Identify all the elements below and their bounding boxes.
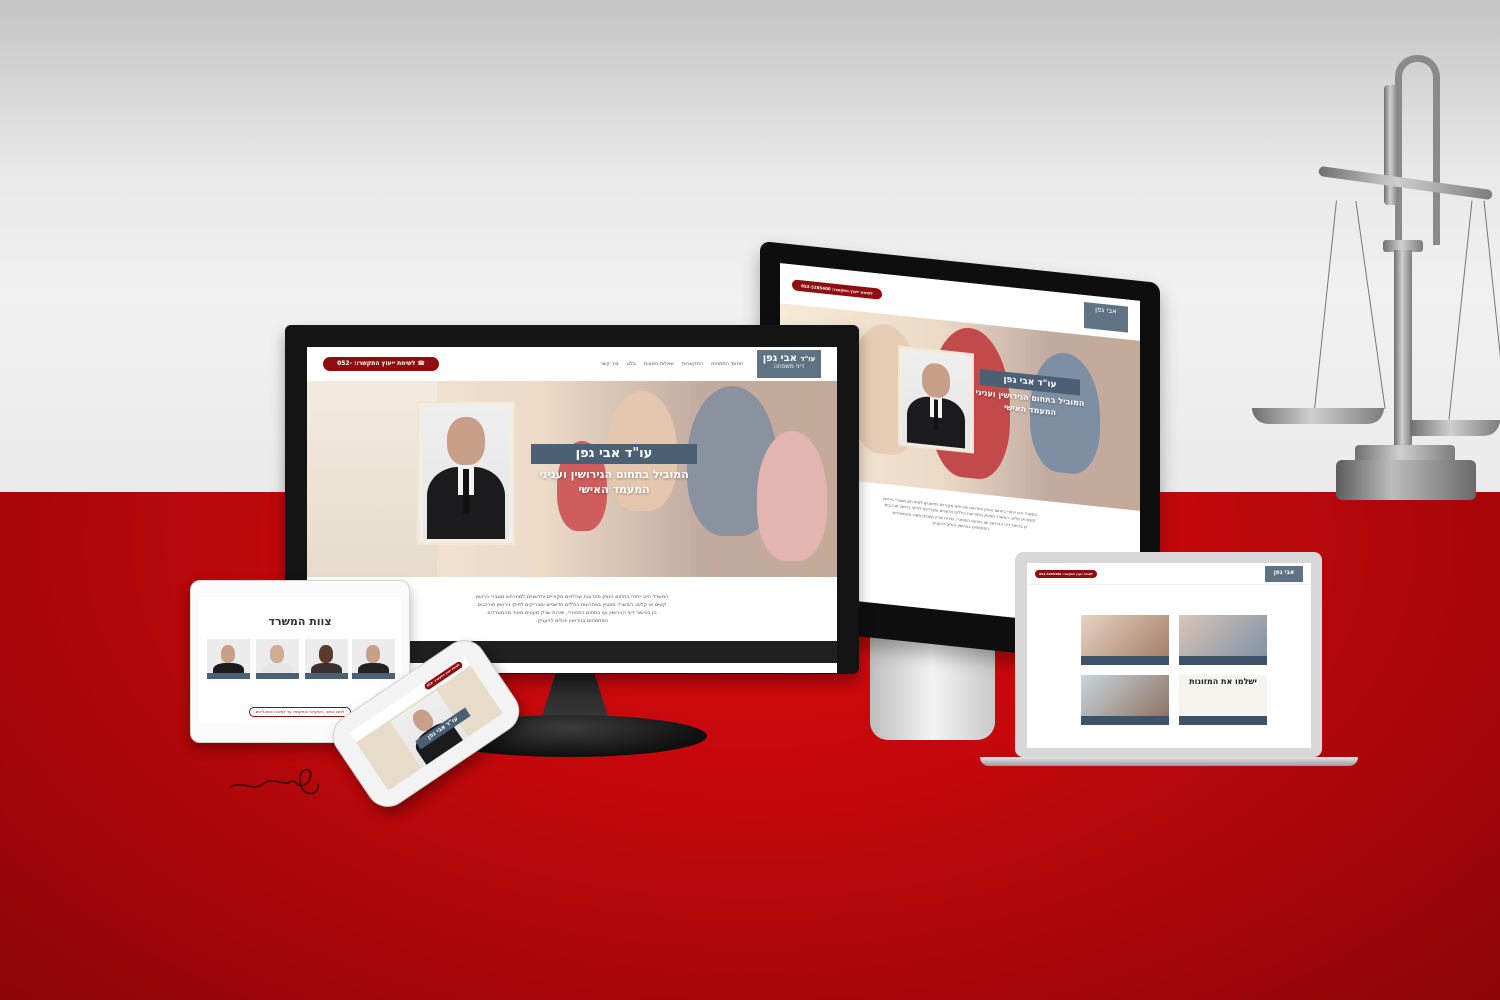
site-header: עו"ד אבי גפן דיני משפחה תחומי התמחות התק… [307, 347, 837, 381]
laptop-logo-name: אבי גפן [1273, 568, 1295, 576]
blog-card-caption [1081, 656, 1169, 665]
laptop-phone-button[interactable]: לשיחת ייעוץ התקשרו: 052-5285400 [1035, 569, 1097, 578]
blog-card-caption [1179, 716, 1267, 725]
intro-line: הן בכישור דיני הגירושין ועו בתחום הפסחרי… [487, 610, 657, 616]
team-cta-button[interactable]: לחצו אחש , דסקרטי והתקשרו עד לסיום ההתהל… [249, 707, 351, 717]
intro-line: קשים או קלים. המשרד מצטיין בפתרונות כולל… [477, 602, 667, 608]
site-logo[interactable]: עו"ד אבי גפן דיני משפחה [757, 350, 821, 378]
blog-card-caption [1179, 656, 1267, 665]
team-title: צוות המשרד [268, 615, 332, 628]
team-member-card[interactable] [352, 639, 395, 679]
laptop-screen: אבי גפן לשיחת ייעוץ התקשרו: 052-5285400 … [1027, 563, 1311, 748]
team-member-card[interactable] [256, 639, 299, 679]
imac-logo[interactable]: אבי גפן [1084, 302, 1128, 333]
team-member-label [207, 673, 250, 679]
phone-cta-label: לשיחת ייעוץ התקשרו: 052-5285400 [337, 360, 416, 381]
laptop-logo[interactable]: אבי גפן [1265, 565, 1303, 582]
main-nav: תחומי התמחות התקשרות שאלות נפוצות בלוג צ… [600, 361, 743, 367]
nav-item-blog[interactable]: בלוג [627, 361, 636, 367]
imac-logo-name: אבי גפן [1095, 305, 1117, 316]
intro-line: המשרד הינו ייחודי בתחום הנותן פתרונות יצ… [475, 594, 669, 600]
nav-item-practice[interactable]: תחומי התמחות [711, 361, 743, 367]
hero-line1: המוביל בתחום הגירושין ועניני [539, 468, 689, 481]
designer-signature [229, 768, 319, 795]
blog-card[interactable] [1081, 615, 1169, 665]
logo-prefix: עו"ד [800, 355, 816, 363]
team-member-label [256, 673, 299, 679]
laptop-base [980, 757, 1358, 766]
laptop-site-header: אבי גפן לשיחת ייעוץ התקשרו: 052-5285400 [1027, 563, 1311, 585]
nav-item-faq[interactable]: שאלות נפוצות [644, 361, 674, 367]
team-member-label [305, 673, 348, 679]
team-member-card[interactable] [207, 639, 250, 679]
family-photo-figure [757, 431, 827, 561]
hero-line2: המעמד האישי [578, 483, 650, 496]
imac-lawyer-photo [902, 349, 970, 450]
blog-card[interactable] [1179, 615, 1267, 665]
nav-item-engagement[interactable]: התקשרות [682, 361, 703, 367]
blog-card-feature[interactable]: ישלמו את המזונות [1179, 675, 1267, 725]
phone-icon: ☎ [415, 360, 425, 367]
hero-name-banner: עו"ד אבי גפן [531, 444, 697, 464]
intro-line: המתמחים בגירושין יכולים להעניק. [536, 618, 608, 624]
hero-section: עו"ד אבי גפן המוביל בתחום הגירושין וענינ… [307, 381, 837, 577]
hero-tagline: המוביל בתחום הגירושין ועניני המעמד האישי [521, 467, 707, 497]
phone-cta-button[interactable]: ☎ לשיחת ייעוץ התקשרו: 052-5285400 [323, 357, 439, 381]
feature-heading: ישלמו את המזונות [1189, 677, 1257, 686]
team-member-card[interactable] [305, 639, 348, 679]
lawyer-photo [423, 407, 509, 539]
imac-phone-button[interactable]: לשיחת ייעוץ התקשרו: 052-5285400 [792, 278, 882, 300]
blog-card[interactable] [1081, 675, 1169, 725]
team-member-label [352, 673, 395, 679]
logo-subtitle: דיני משפחה [773, 363, 805, 370]
blog-card-caption [1081, 716, 1169, 725]
intro-text: המשרד הינו ייחודי בתחום הנותן פתרונות יצ… [427, 593, 717, 625]
nav-item-contact[interactable]: צור קשר [600, 361, 619, 367]
